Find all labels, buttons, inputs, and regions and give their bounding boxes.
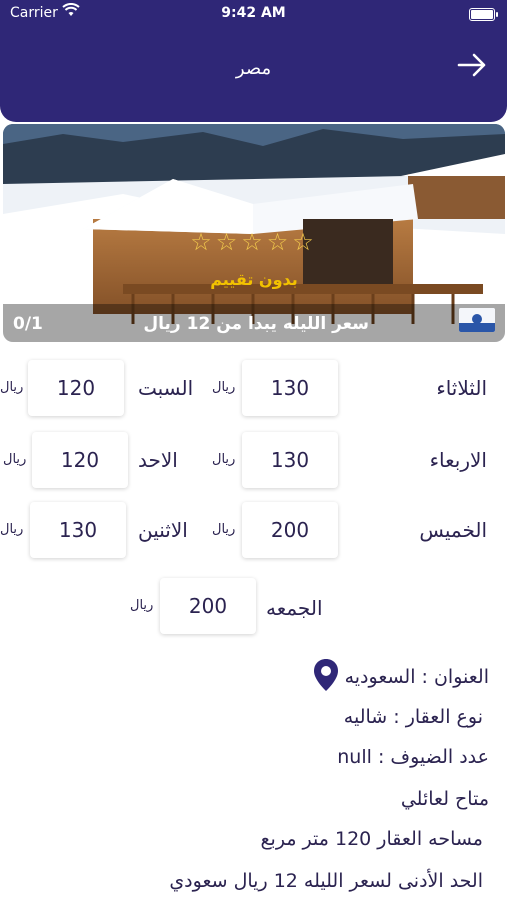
currency-label: ريال xyxy=(212,380,236,395)
address-line: العنوان : السعوديه xyxy=(307,658,489,697)
property-image-carousel[interactable]: ☆☆☆☆☆ بدون تقييم سعر الليله يبدا من 12 ر… xyxy=(3,124,505,342)
area-line: مساحه العقار 120 متر مربع xyxy=(260,828,483,850)
currency-label: ريال xyxy=(0,380,24,395)
image-counter: 0/1 xyxy=(13,314,43,334)
price-box: 200 xyxy=(160,578,256,634)
price-box: 200 xyxy=(242,502,338,558)
currency-label: ريال xyxy=(212,452,236,467)
availability-line: متاح لعائلي xyxy=(400,788,489,810)
day-label: الاربعاء xyxy=(429,448,487,472)
day-label: الخميس xyxy=(419,518,487,542)
price-caption: سعر الليله يبدا من 12 ريال xyxy=(143,314,369,334)
price-row: الثلاثاء 130 ريال السبت 120 ريال xyxy=(0,358,507,418)
back-arrow-button[interactable] xyxy=(455,48,489,82)
price-box: 130 xyxy=(242,432,338,488)
price-row: الخميس 200 ريال الاثنين 130 ريال xyxy=(0,500,507,560)
price-row: الاربعاء 130 ريال الاحد 120 ريال xyxy=(0,430,507,490)
day-label: الجمعه xyxy=(266,596,323,620)
clock: 9:42 AM xyxy=(221,5,286,21)
guests-line: عدد الضيوف : null xyxy=(337,746,489,768)
price-box: 130 xyxy=(30,502,126,558)
page-title: مصر xyxy=(235,58,272,79)
currency-label: ريال xyxy=(0,522,24,537)
min-price-line: الحد الأدنى لسعر الليله 12 ريال سعودي xyxy=(169,870,483,892)
currency-label: ريال xyxy=(130,598,154,613)
day-label: الثلاثاء xyxy=(436,376,487,400)
day-label: الاحد xyxy=(138,448,178,472)
app-header: Carrier 9:42 AM مصر xyxy=(0,0,507,122)
price-box: 130 xyxy=(242,360,338,416)
day-label: الاثنين xyxy=(138,518,188,542)
flag-icon xyxy=(459,308,495,332)
price-row: الجمعه 200 ريال xyxy=(0,576,507,636)
battery-icon xyxy=(469,8,498,21)
day-label: السبت xyxy=(138,376,194,400)
rating-stars: ☆☆☆☆☆ xyxy=(190,228,318,256)
currency-label: ريال xyxy=(3,452,27,467)
arrow-right-icon xyxy=(457,53,486,77)
price-box: 120 xyxy=(28,360,124,416)
property-type-line: نوع العقار : شاليه xyxy=(343,706,483,728)
currency-label: ريال xyxy=(212,522,236,537)
address-text: العنوان : السعوديه xyxy=(344,666,489,688)
location-pin-icon[interactable] xyxy=(313,658,339,697)
rating-label: بدون تقييم xyxy=(210,270,298,289)
status-bar: Carrier 9:42 AM xyxy=(0,0,507,28)
price-box: 120 xyxy=(32,432,128,488)
